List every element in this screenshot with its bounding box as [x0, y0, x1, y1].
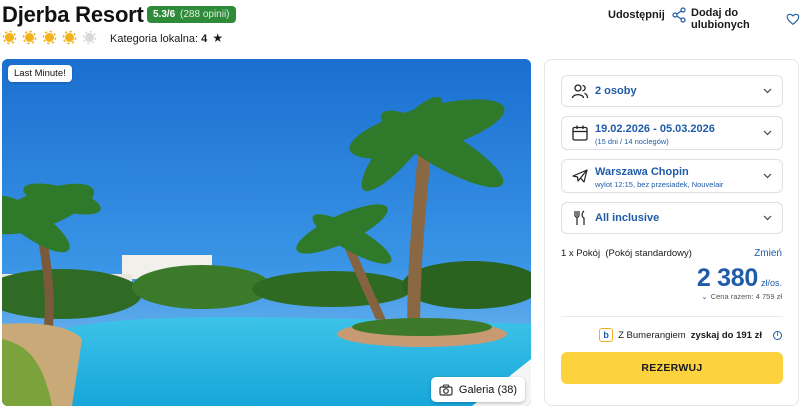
gallery-label: Galeria (38) [458, 383, 517, 396]
guests-select[interactable]: 2 osoby [561, 75, 783, 107]
hotel-title: Djerba Resort [2, 2, 144, 27]
departure-sub: wylot 12:15, bez przesiadek, Nouvelair [595, 180, 724, 189]
divider [561, 316, 783, 317]
star-icon: ★ [212, 31, 224, 45]
cutlery-icon [574, 210, 585, 225]
local-category: Kategoria lokalna: 4 ★ [110, 31, 223, 45]
favorite-button[interactable]: Dodaj do ulubionych [691, 7, 800, 31]
departure-select[interactable]: Warszawa Chopin wylot 12:15, bez przesia… [561, 159, 783, 193]
calendar-icon [572, 125, 588, 141]
total-label: Cena razem: 4 759 zł [710, 292, 782, 301]
rating-reviews: (288 opinii) [180, 9, 230, 20]
sun-icon [2, 30, 17, 45]
room-qty: 1 x Pokój [561, 248, 601, 259]
room-summary: 1 x Pokój (Pokój standardowy) [561, 248, 692, 259]
local-category-label: Kategoria lokalna: [110, 33, 199, 45]
share-button[interactable]: Udostępnij [608, 7, 687, 23]
chevron-down-icon [763, 88, 772, 94]
dates-select[interactable]: 19.02.2026 - 05.03.2026 (15 dni / 14 noc… [561, 116, 783, 150]
sun-icon [42, 30, 57, 45]
camera-icon [439, 383, 453, 396]
board-select[interactable]: All inclusive [561, 202, 783, 234]
sun-icon [82, 30, 97, 45]
dates-sub: (15 dni / 14 noclegów) [595, 137, 669, 146]
favorite-label: Dodaj do ulubionych [691, 7, 750, 31]
chevron-down-icon: ⌄ [701, 292, 708, 301]
departure-label: Warszawa Chopin [595, 166, 689, 178]
gallery-button[interactable]: Galeria (38) [430, 377, 525, 402]
rating-score: 5.3/6 [153, 9, 176, 20]
chevron-down-icon [763, 173, 772, 179]
price: 2 380 zł/os. [697, 264, 782, 293]
total-price[interactable]: ⌄ Cena razem: 4 759 zł [701, 292, 782, 301]
sun-icon [22, 30, 37, 45]
resort-image [2, 59, 531, 406]
change-room-link[interactable]: Zmień [754, 248, 782, 259]
heart-icon [786, 13, 800, 26]
share-label: Udostępnij [608, 9, 665, 21]
people-icon [571, 84, 589, 99]
last-minute-badge: Last Minute! [8, 65, 72, 82]
bumerang-bold: zyskaj do 191 zł [690, 329, 762, 341]
guests-label: 2 osoby [595, 85, 637, 97]
plane-icon [572, 169, 588, 183]
hotel-stars [2, 30, 97, 45]
bumerang-prefix: Z Bumerangiem [618, 329, 686, 341]
price-unit: zł/os. [760, 278, 782, 288]
chevron-down-icon [763, 215, 772, 221]
board-label: All inclusive [595, 212, 660, 224]
dates-label: 19.02.2026 - 05.03.2026 [595, 123, 715, 135]
share-icon [672, 7, 686, 23]
info-icon[interactable]: i [773, 330, 782, 340]
hotel-photo[interactable]: Last Minute! Galeria (38) [2, 59, 531, 406]
price-amount: 2 380 [696, 264, 758, 292]
room-type: (Pokój standardowy) [605, 248, 692, 259]
chevron-down-icon [763, 130, 772, 136]
bumerang-logo-icon: b [599, 328, 614, 342]
rating-badge[interactable]: 5.3/6 (288 opinii) [147, 6, 236, 23]
booking-panel: 2 osoby 19.02.2026 - 05.03.2026 (15 dni … [544, 59, 799, 406]
sun-icon [62, 30, 77, 45]
reserve-button[interactable]: REZERWUJ [561, 352, 783, 384]
bumerang-offer: b Z Bumerangiem zyskaj do 191 zł i [599, 328, 782, 342]
local-category-value: 4 [201, 33, 208, 45]
